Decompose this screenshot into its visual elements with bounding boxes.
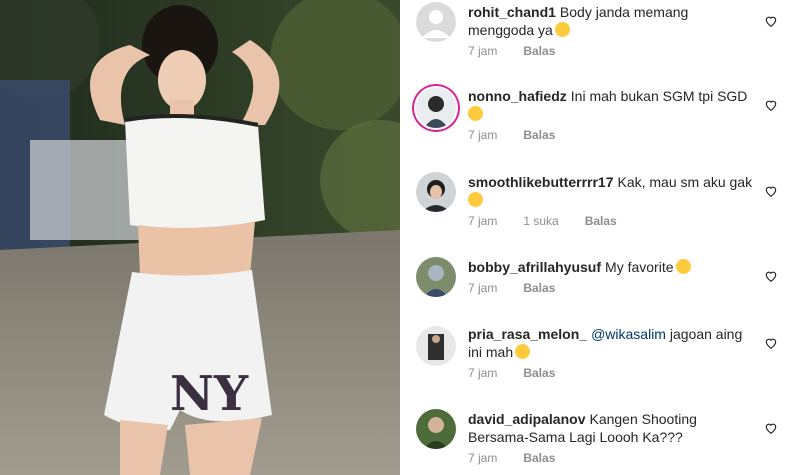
rolling-laugh-icon [468, 106, 483, 121]
comment-time: 7 jam [468, 451, 498, 465]
comment-meta: 7 jam Balas [468, 366, 555, 380]
like-heart-icon[interactable] [764, 98, 778, 112]
like-heart-icon[interactable] [764, 184, 778, 198]
comment-time: 7 jam [468, 366, 498, 380]
comment-meta: 7 jam Balas [468, 44, 555, 58]
post-photo-illustration: NY [0, 0, 400, 475]
comment-text: rohit_chand1 Body janda memang menggoda y… [468, 3, 758, 39]
shorts-print: NY [170, 366, 249, 422]
post-photo: NY [0, 0, 400, 475]
reply-button[interactable]: Balas [523, 44, 555, 58]
comment-meta: 7 jam Balas [468, 281, 555, 295]
comment-time: 7 jam [468, 281, 498, 295]
photo-avatar[interactable] [416, 88, 456, 128]
comment-time: 7 jam [468, 44, 498, 58]
comment-time: 7 jam [468, 214, 498, 228]
photo-avatar[interactable] [416, 172, 456, 212]
heart-eyes-icon [515, 344, 531, 359]
comment-text: smoothlikebutterrrr17 Kak, mau sm aku gak [468, 173, 758, 209]
grinning-sweat-icon [554, 22, 570, 37]
photo-avatar[interactable] [416, 409, 456, 449]
comment-username[interactable]: nonno_hafiedz [468, 88, 567, 104]
comment-text: david_adipalanov Kangen Shooting Bersama-… [468, 410, 758, 446]
comment-body: My favorite [605, 259, 674, 275]
reply-button[interactable]: Balas [585, 214, 617, 228]
comment-likes[interactable]: 1 suka [523, 214, 558, 228]
comment-body: Ini mah bukan SGM tpi SGD [570, 88, 748, 104]
photo-avatar[interactable] [416, 326, 456, 366]
reply-button[interactable]: Balas [523, 281, 555, 295]
reply-button[interactable]: Balas [523, 128, 555, 142]
like-heart-icon[interactable] [764, 336, 778, 350]
comment-meta: 7 jam 1 suka Balas [468, 214, 617, 228]
like-heart-icon[interactable] [764, 421, 778, 435]
like-heart-icon[interactable] [764, 269, 778, 283]
comment-body: Kak, mau sm aku gak [617, 174, 753, 190]
comment-meta: 7 jam Balas [468, 451, 555, 465]
comment-username[interactable]: rohit_chand1 [468, 4, 556, 20]
default-avatar-icon[interactable] [416, 2, 456, 42]
comment-text: bobby_afrillahyusuf My favorite [468, 258, 758, 276]
reply-button[interactable]: Balas [523, 451, 555, 465]
comment-text: nonno_hafiedz Ini mah bukan SGM tpi SGD [468, 87, 758, 123]
comment-username[interactable]: pria_rasa_melon_ [468, 326, 587, 342]
comment-username[interactable]: smoothlikebutterrrr17 [468, 174, 613, 190]
photo-avatar[interactable] [416, 257, 456, 297]
comment-text: pria_rasa_melon_ @wikasalim jagoan aing i… [468, 325, 758, 361]
comment-username[interactable]: bobby_afrillahyusuf [468, 259, 601, 275]
comments-panel: rohit_chand1 Body janda memang menggoda y… [400, 0, 800, 475]
like-heart-icon[interactable] [764, 14, 778, 28]
shy-smile-icon [468, 192, 483, 207]
hug-face-icon [675, 259, 691, 274]
user-mention-link[interactable]: @wikasalim [591, 326, 666, 342]
comment-username[interactable]: david_adipalanov [468, 411, 585, 427]
comment-time: 7 jam [468, 128, 498, 142]
reply-button[interactable]: Balas [523, 366, 555, 380]
comment-meta: 7 jam Balas [468, 128, 555, 142]
